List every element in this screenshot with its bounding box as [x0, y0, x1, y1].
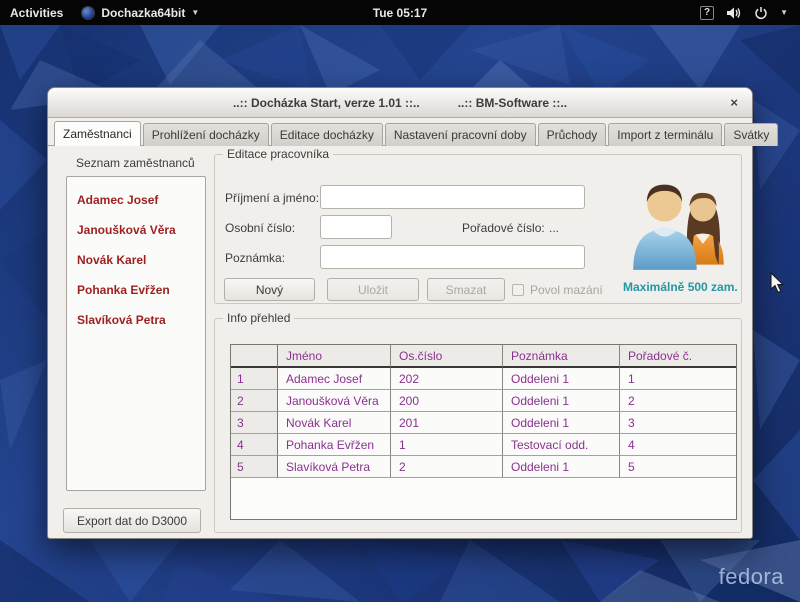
note-input[interactable]: [320, 245, 585, 269]
column-header: Jméno: [278, 345, 391, 368]
table-cell[interactable]: 3: [620, 412, 736, 434]
window-title-left: ..:: Docházka Start, verze 1.01 ::..: [233, 96, 420, 110]
list-item[interactable]: Janoušková Věra: [67, 215, 205, 245]
app-menu-label: Dochazka64bit: [101, 6, 185, 20]
info-table[interactable]: Jméno Os.číslo Poznámka Pořadové č. 1 Ad…: [230, 344, 737, 520]
table-cell[interactable]: 2: [391, 456, 503, 478]
column-header: Pořadové č.: [620, 345, 736, 368]
table-cell[interactable]: Oddeleni 1: [503, 412, 620, 434]
mouse-cursor: [770, 272, 788, 294]
table-cell[interactable]: 1: [620, 368, 736, 390]
table-cell[interactable]: 200: [391, 390, 503, 412]
table-cell[interactable]: 201: [391, 412, 503, 434]
employee-list-title: Seznam zaměstnanců: [76, 156, 195, 170]
table-cell[interactable]: Adamec Josef: [278, 368, 391, 390]
note-label: Poznámka:: [225, 251, 285, 265]
editor-groupbox: Editace pracovníka Příjmení a jméno: Oso…: [214, 154, 742, 304]
delete-button[interactable]: Smazat: [427, 278, 505, 301]
allow-delete-checkbox[interactable]: [512, 284, 524, 296]
app-menu[interactable]: Dochazka64bit ▼: [81, 6, 199, 20]
table-cell[interactable]: 2: [620, 390, 736, 412]
people-icon: [627, 169, 731, 273]
save-button[interactable]: Uložit: [327, 278, 419, 301]
help-icon[interactable]: ?: [700, 6, 714, 20]
info-groupbox-title: Info přehled: [223, 311, 294, 325]
gnome-top-bar: Activities Dochazka64bit ▼ Tue 05:17 ? ▼: [0, 0, 800, 25]
list-item[interactable]: Novák Karel: [67, 245, 205, 275]
list-item[interactable]: Adamec Josef: [67, 185, 205, 215]
table-cell[interactable]: 1: [391, 434, 503, 456]
table-cell[interactable]: Testovací odd.: [503, 434, 620, 456]
chevron-down-icon: ▼: [191, 8, 199, 17]
volume-icon[interactable]: [726, 6, 742, 20]
tab-content: Seznam zaměstnanců Adamec Josef Janouško…: [48, 146, 752, 538]
export-d3000-button[interactable]: Export dat do D3000: [63, 508, 201, 533]
order-number-value: ...: [549, 221, 559, 235]
window-title-right: ..:: BM-Software ::..: [458, 96, 567, 110]
app-window: ..:: Docházka Start, verze 1.01 ::.. ..:…: [47, 87, 753, 539]
allow-delete-label: Povol mazání: [530, 283, 603, 297]
table-cell[interactable]: Janoušková Věra: [278, 390, 391, 412]
column-header: [231, 345, 278, 368]
table-cell[interactable]: Oddeleni 1: [503, 368, 620, 390]
row-number: 1: [231, 368, 278, 390]
close-icon[interactable]: ×: [730, 95, 738, 110]
editor-groupbox-title: Editace pracovníka: [223, 147, 333, 161]
table-cell[interactable]: 5: [620, 456, 736, 478]
order-number-label: Pořadové číslo:: [462, 221, 545, 235]
tab-pruchody[interactable]: Průchody: [538, 123, 607, 146]
row-number: 5: [231, 456, 278, 478]
window-titlebar[interactable]: ..:: Docházka Start, verze 1.01 ::.. ..:…: [48, 88, 752, 118]
list-item[interactable]: Slavíková Petra: [67, 305, 205, 335]
tab-svatky[interactable]: Svátky: [724, 123, 778, 146]
table-cell[interactable]: Oddeleni 1: [503, 390, 620, 412]
tab-editace-dochazky[interactable]: Editace docházky: [271, 123, 383, 146]
row-number: 4: [231, 434, 278, 456]
tab-nastaveni-pracovni-doby[interactable]: Nastavení pracovní doby: [385, 123, 536, 146]
personal-number-input[interactable]: [320, 215, 392, 239]
app-icon: [81, 6, 95, 20]
name-label: Příjmení a jméno:: [225, 191, 319, 205]
table-cell[interactable]: 4: [620, 434, 736, 456]
list-item[interactable]: Pohanka Evřžen: [67, 275, 205, 305]
tab-import-z-terminalu[interactable]: Import z terminálu: [608, 123, 722, 146]
power-icon[interactable]: [754, 6, 768, 20]
table-cell[interactable]: Slavíková Petra: [278, 456, 391, 478]
personal-number-label: Osobní číslo:: [225, 221, 295, 235]
table-cell[interactable]: Pohanka Evřžen: [278, 434, 391, 456]
tab-prohlizeni-dochazky[interactable]: Prohlížení docházky: [143, 123, 269, 146]
max-employees-label: Maximálně 500 zam.: [623, 280, 735, 294]
table-cell[interactable]: Oddeleni 1: [503, 456, 620, 478]
tab-zamestnanci[interactable]: Zaměstnanci: [54, 121, 141, 146]
fedora-logo: fedora: [719, 564, 784, 590]
tab-bar: Zaměstnanci Prohlížení docházky Editace …: [48, 119, 752, 146]
activities-button[interactable]: Activities: [10, 6, 63, 20]
column-header: Os.číslo: [391, 345, 503, 368]
table-cell[interactable]: Novák Karel: [278, 412, 391, 434]
column-header: Poznámka: [503, 345, 620, 368]
info-groupbox: Info přehled Jméno Os.číslo Poznámka Poř…: [214, 318, 742, 533]
row-number: 3: [231, 412, 278, 434]
table-cell[interactable]: 202: [391, 368, 503, 390]
name-input[interactable]: [320, 185, 585, 209]
chevron-down-icon[interactable]: ▼: [780, 8, 788, 17]
new-button[interactable]: Nový: [224, 278, 315, 301]
employee-list[interactable]: Adamec Josef Janoušková Věra Novák Karel…: [66, 176, 206, 491]
row-number: 2: [231, 390, 278, 412]
